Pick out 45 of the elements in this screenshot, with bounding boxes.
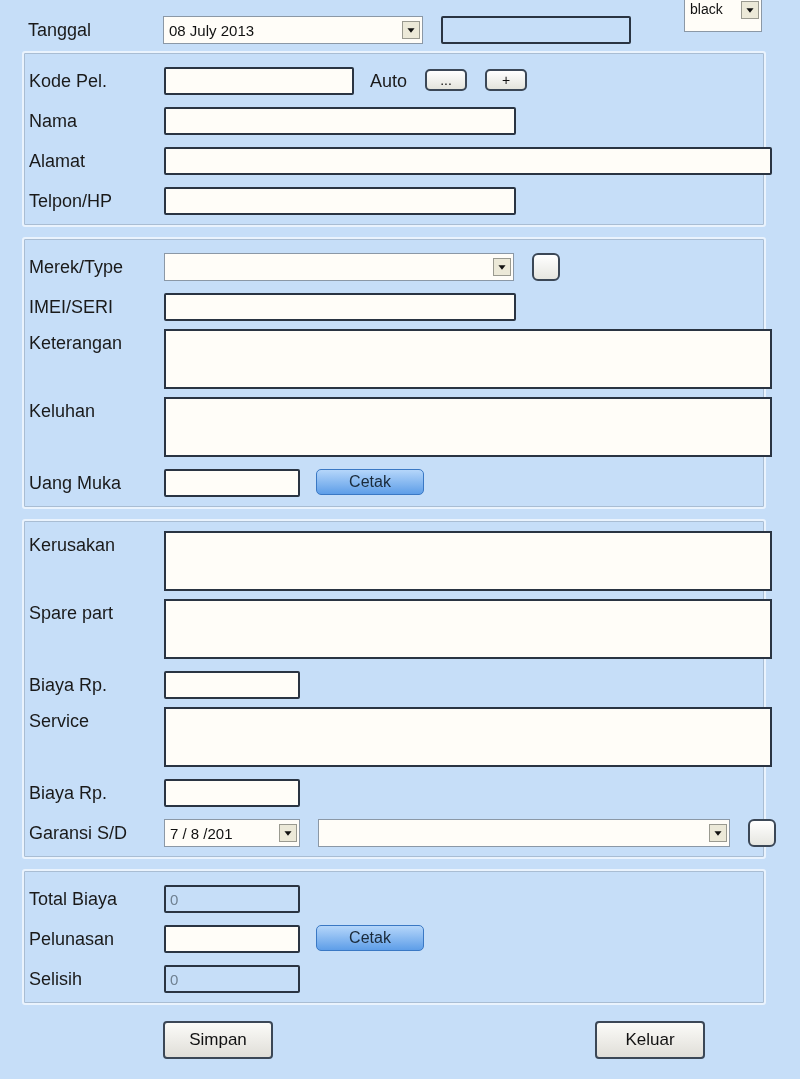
- square-button[interactable]: [532, 253, 560, 281]
- auto-label: Auto: [370, 70, 408, 93]
- field-label: Service: [29, 710, 91, 733]
- field-label: Alamat: [29, 150, 87, 173]
- field-label: Biaya Rp.: [29, 674, 109, 697]
- input-field[interactable]: [164, 779, 300, 807]
- field-label: Garansi S/D: [29, 822, 129, 845]
- field-label: Nama: [29, 110, 78, 133]
- field-label: Uang Muka: [29, 472, 123, 495]
- input-field[interactable]: [164, 187, 516, 215]
- dropdown[interactable]: black: [684, 0, 762, 32]
- small-button[interactable]: +: [485, 69, 528, 91]
- text-area[interactable]: [164, 531, 772, 591]
- input-field[interactable]: [164, 293, 516, 321]
- field-label: Kode Pel.: [29, 70, 109, 93]
- field-label: Keluhan: [29, 400, 97, 423]
- field-label: Selisih: [29, 968, 84, 991]
- field-label: Kerusakan: [29, 534, 117, 557]
- print-button[interactable]: Cetak: [316, 469, 424, 495]
- input-field[interactable]: [164, 925, 300, 953]
- field-label: Total Biaya: [29, 888, 119, 911]
- field-label: Tanggal: [28, 19, 93, 42]
- text-area[interactable]: [164, 599, 772, 659]
- field-label: Keterangan: [29, 332, 124, 355]
- small-button[interactable]: ...: [425, 69, 468, 91]
- date-picker[interactable]: 7 / 8 /201: [164, 819, 300, 847]
- exit-button[interactable]: Keluar: [595, 1021, 705, 1059]
- field-label: Biaya Rp.: [29, 782, 109, 805]
- save-button[interactable]: Simpan: [163, 1021, 273, 1059]
- square-button[interactable]: [748, 819, 776, 847]
- field-label: Telpon/HP: [29, 190, 114, 213]
- date-picker[interactable]: 08 July 2013: [163, 16, 423, 44]
- input-field[interactable]: [164, 147, 772, 175]
- input-field[interactable]: [164, 67, 354, 95]
- field-label: Spare part: [29, 602, 115, 625]
- field-label: Merek/Type: [29, 256, 125, 279]
- field-label: Pelunasan: [29, 928, 116, 951]
- input-field[interactable]: [164, 469, 300, 497]
- text-area[interactable]: [164, 707, 772, 767]
- text-area[interactable]: [164, 329, 772, 389]
- text-area[interactable]: [164, 397, 772, 457]
- input-field[interactable]: [164, 107, 516, 135]
- field-label: IMEI/SERI: [29, 296, 114, 319]
- print-button[interactable]: Cetak: [316, 925, 424, 951]
- input-field[interactable]: [164, 671, 300, 699]
